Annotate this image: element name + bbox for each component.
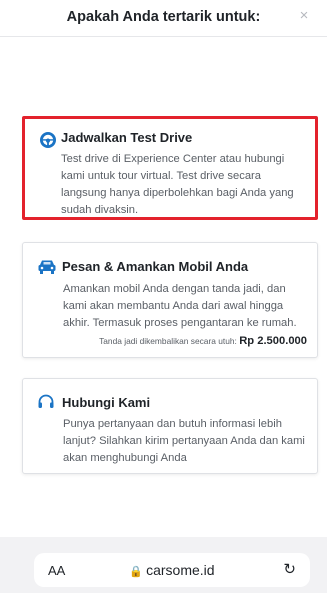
option-contact-us[interactable]: Hubungi Kami Punya pertanyaan dan butuh … [22,378,318,474]
url-display: 🔒 carsome.id [34,562,310,578]
deposit-amount: Rp 2.500.000 [239,335,307,347]
close-icon[interactable]: × [295,7,313,25]
modal-header: Apakah Anda tertarik untuk: × [0,0,327,37]
url-text: carsome.id [146,562,215,578]
option-description: Punya pertanyaan dan butuh informasi leb… [63,418,305,464]
deposit-label: Tanda jadi dikembalikan secara utuh: [99,336,237,346]
headset-icon [38,394,54,408]
car-icon [38,260,56,274]
option-title: Pesan & Amankan Mobil Anda [62,259,249,274]
reload-icon[interactable]: ↻ [283,560,296,578]
steering-wheel-icon [40,132,56,148]
modal-title: Apakah Anda tertarik untuk: [66,9,261,25]
option-description: Test drive di Experience Center atau hub… [61,153,294,216]
option-test-drive[interactable]: Jadwalkan Test Drive Test drive di Exper… [22,116,318,220]
browser-address-bar: AA 🔒 carsome.id ↻ [0,537,327,593]
url-field[interactable]: AA 🔒 carsome.id ↻ [34,553,310,587]
option-description: Amankan mobil Anda dengan tanda jadi, da… [63,283,297,329]
lock-icon: 🔒 [129,566,144,578]
deposit-note: Tanda jadi dikembalikan secara utuh: Rp … [63,335,307,347]
option-title: Hubungi Kami [62,395,151,410]
option-title: Jadwalkan Test Drive [61,130,193,145]
option-reserve-car[interactable]: Pesan & Amankan Mobil Anda Amankan mobil… [22,242,318,358]
